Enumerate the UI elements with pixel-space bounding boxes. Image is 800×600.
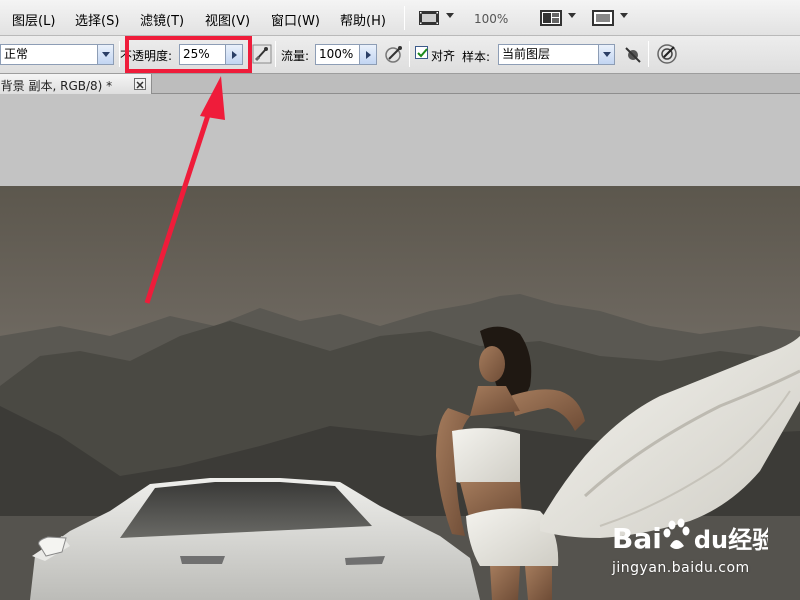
annotation-arrow bbox=[144, 76, 225, 304]
baidu-logo: Bai du经验 bbox=[612, 518, 776, 555]
watermark-url: jingyan.baidu.com bbox=[612, 560, 750, 576]
paw-icon bbox=[663, 518, 690, 549]
baidu-jingyan-watermark: Bai du经验 jingyan.baidu.com bbox=[608, 512, 776, 584]
baidu-logo-text: Bai du经验 bbox=[612, 522, 768, 555]
